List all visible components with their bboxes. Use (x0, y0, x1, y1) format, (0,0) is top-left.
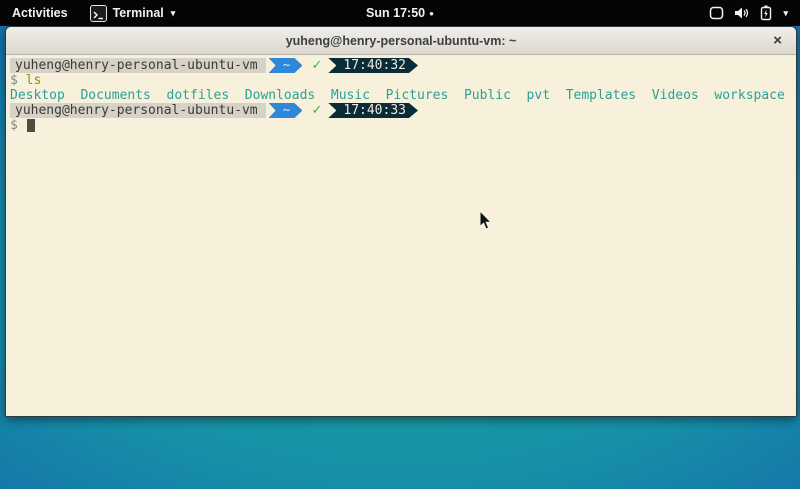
prompt-line: yuheng@henry-personal-ubuntu-vm ~ ✓ 17:4… (10, 103, 796, 118)
terminal-icon (90, 5, 107, 22)
window-titlebar[interactable]: yuheng@henry-personal-ubuntu-vm: ~ × (6, 27, 796, 55)
prompt-user-host: yuheng@henry-personal-ubuntu-vm (10, 103, 266, 118)
screen-icon (709, 6, 724, 20)
app-menu-label: Terminal (113, 6, 164, 20)
window-title: yuheng@henry-personal-ubuntu-vm: ~ (286, 34, 517, 48)
chevron-down-icon: ▾ (171, 9, 176, 18)
prompt-status-check-icon: ✓ (311, 103, 322, 118)
terminal-window: yuheng@henry-personal-ubuntu-vm: ~ × yuh… (5, 26, 797, 417)
close-button[interactable]: × (773, 27, 782, 54)
prompt-char: $ (10, 118, 18, 133)
app-menu-terminal[interactable]: Terminal ▾ (80, 0, 186, 26)
clock-label[interactable]: Sun 17:50 (366, 6, 425, 20)
command-text: ls (26, 73, 42, 88)
prompt-time-segment: 17:40:33 (328, 103, 418, 118)
prompt-line: yuheng@henry-personal-ubuntu-vm ~ ✓ 17:4… (10, 58, 796, 73)
command-line: $ ls (10, 73, 796, 88)
prompt-status-check-icon: ✓ (311, 58, 322, 73)
text-cursor (27, 119, 35, 132)
prompt-time-segment: 17:40:32 (328, 58, 418, 73)
terminal-content[interactable]: yuheng@henry-personal-ubuntu-vm ~ ✓ 17:4… (6, 55, 796, 416)
notification-dot: ● (429, 9, 434, 18)
ls-output: Desktop Documents dotfiles Downloads Mus… (10, 88, 796, 103)
prompt-cwd-segment: ~ (269, 103, 303, 118)
top-bar: Activities Terminal ▾ Sun 17:50 ● (0, 0, 800, 26)
activities-button[interactable]: Activities (0, 0, 80, 26)
command-line-active[interactable]: $ (10, 118, 796, 133)
prompt-cwd-segment: ~ (269, 58, 303, 73)
chevron-down-icon: ▾ (783, 9, 788, 18)
prompt-user-host: yuheng@henry-personal-ubuntu-vm (10, 58, 266, 73)
battery-charging-icon (760, 5, 772, 21)
system-status-area[interactable]: ▾ (709, 0, 800, 26)
prompt-char: $ (10, 73, 18, 88)
volume-icon (734, 6, 750, 20)
